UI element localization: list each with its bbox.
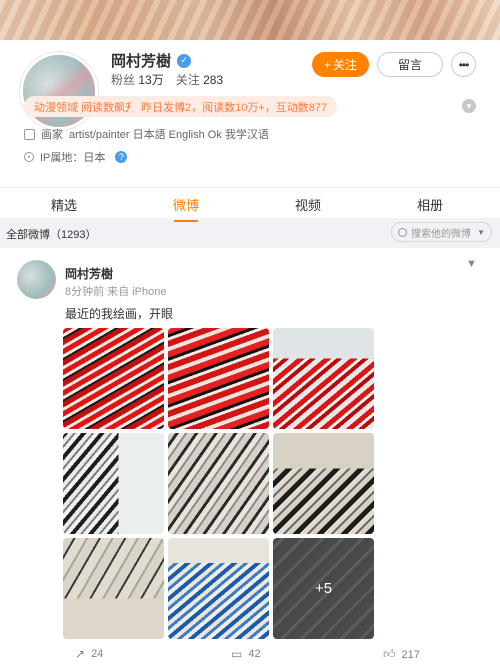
ip-location: IP属地：日本 [40, 152, 106, 164]
tab-album[interactable]: 相册 [400, 195, 460, 214]
bio-text: artist/painter 日本語 English Ok 我学汉语 [69, 129, 269, 141]
tag-stats[interactable]: 昨日发博2，阅读数10万+，互动数877 [131, 96, 338, 117]
message-button[interactable]: 留言 [377, 52, 443, 77]
all-posts-count[interactable]: 全部微博（1293） [6, 226, 96, 242]
fans-count: 13万 [138, 73, 164, 87]
share-icon: ↗ [75, 647, 86, 661]
stats-row: 粉丝 13万 关注 283 [111, 71, 223, 88]
tab-video[interactable]: 视频 [278, 195, 338, 214]
post-meta: 8分钟前 来自 iPhone [65, 286, 167, 298]
follow-label: 关注 [333, 58, 358, 72]
avatar[interactable] [20, 52, 98, 130]
fans-stat[interactable]: 粉丝 13万 [111, 71, 164, 88]
tab-featured[interactable]: 精选 [34, 195, 94, 214]
post-image[interactable] [168, 433, 269, 534]
post-avatar[interactable] [17, 260, 56, 299]
profile-banner [0, 0, 500, 40]
repost-count: 24 [91, 648, 104, 660]
more-images-count: +5 [314, 580, 333, 597]
ip-row: IP属地：日本 ? [24, 149, 128, 165]
chevron-down-icon[interactable]: ▼ [477, 228, 485, 237]
following-label: 关注 [175, 73, 200, 87]
post-image[interactable] [63, 433, 164, 534]
profile-card: 岡村芳樹 ✓ 粉丝 13万 关注 283 + 关注 留言 ••• 动漫领域 阅读… [0, 40, 500, 187]
post-author[interactable]: 岡村芳樹 [65, 265, 113, 282]
more-options-button[interactable]: ••• [451, 52, 476, 77]
tab-weibo[interactable]: 微博 [156, 195, 216, 222]
search-input[interactable]: 搜索他的微博 ▼ [391, 222, 492, 242]
comment-count: 42 [248, 648, 261, 660]
post-image[interactable] [63, 328, 164, 429]
image-grid: +5 [63, 328, 374, 639]
fans-label: 粉丝 [111, 73, 136, 87]
repost-button[interactable]: ↗ 24 [75, 647, 103, 661]
chevron-down-icon[interactable]: ▼ [466, 258, 477, 270]
thumbs-up-icon: 👍︎ [383, 647, 396, 661]
following-count: 283 [203, 73, 224, 87]
like-count: 217 [401, 648, 420, 661]
post-actions: ↗ 24 ▭ 42 👍︎ 217 [0, 642, 500, 667]
post-image[interactable] [168, 328, 269, 429]
filter-bar: 全部微博（1293） 搜索他的微博 ▼ [0, 218, 500, 246]
following-stat[interactable]: 关注 283 [176, 71, 223, 88]
post-image[interactable] [168, 538, 269, 639]
comment-icon: ▭ [231, 647, 243, 661]
post-image[interactable] [63, 538, 164, 639]
profile-tabs: 精选 微博 视频 相册 [0, 187, 500, 222]
tag-trending[interactable]: 动漫领域 阅读数飙升 [24, 96, 147, 117]
like-button[interactable]: 👍︎ 217 [383, 647, 420, 662]
post-card: 岡村芳樹 8分钟前 来自 iPhone ▼ 最近的我绘画，开眼 +5 ↗ 24 … [0, 248, 500, 667]
post-image[interactable] [273, 328, 374, 429]
search-placeholder: 搜索他的微博 [411, 228, 471, 240]
post-text: 最近的我绘画，开眼 [65, 307, 174, 321]
id-card-icon [24, 128, 35, 140]
bio-label: 画家 [41, 129, 63, 141]
comment-button[interactable]: ▭ 42 [231, 647, 261, 661]
name-row: 岡村芳樹 ✓ [111, 50, 192, 71]
verified-icon: ✓ [177, 53, 192, 68]
location-icon [24, 152, 34, 162]
post-image-more[interactable]: +5 [273, 538, 374, 639]
post-image[interactable] [273, 433, 374, 534]
follow-button[interactable]: + 关注 [312, 52, 369, 77]
expand-icon[interactable]: ▼ [462, 99, 476, 113]
profile-name: 岡村芳樹 [111, 53, 172, 70]
search-icon [398, 227, 407, 237]
help-icon[interactable]: ? [115, 151, 128, 163]
bio-row: 画家 artist/painter 日本語 English Ok 我学汉语 [24, 126, 269, 142]
plus-icon: + [323, 57, 331, 72]
